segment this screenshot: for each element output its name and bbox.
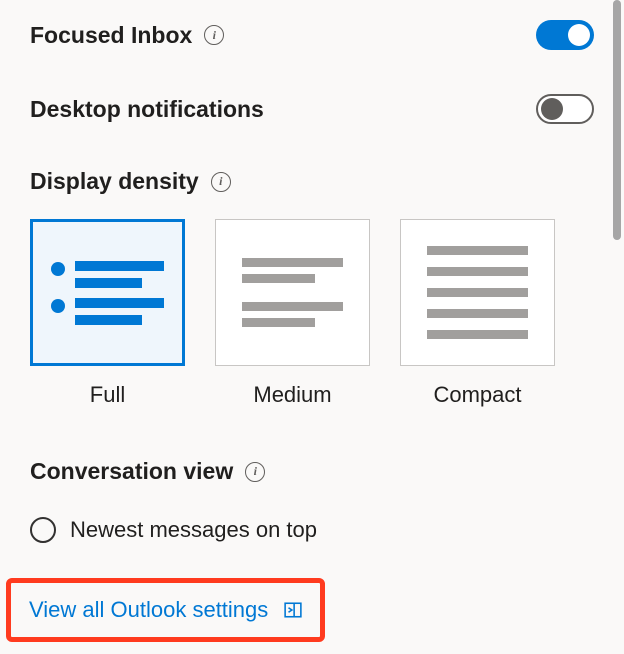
conversation-view-header: Conversation view i [30, 458, 594, 485]
preview-line [75, 278, 142, 288]
display-density-label: Display density [30, 168, 199, 195]
preview-line [75, 261, 164, 271]
display-density-header: Display density i [30, 168, 594, 195]
preview-lines [75, 298, 164, 325]
quick-settings-panel: Focused Inbox i Desktop notifications Di… [0, 0, 624, 654]
focused-inbox-toggle[interactable] [536, 20, 594, 50]
info-icon[interactable]: i [211, 172, 231, 192]
desktop-notifications-row: Desktop notifications [30, 94, 594, 124]
dot-icon [51, 299, 65, 313]
preview-line [427, 267, 528, 276]
preview-lines [234, 258, 351, 327]
preview-line [427, 246, 528, 255]
focused-inbox-label: Focused Inbox [30, 22, 192, 49]
toggle-knob [568, 24, 590, 46]
density-preview-row [51, 298, 164, 325]
radio-input[interactable] [30, 517, 56, 543]
dot-icon [51, 262, 65, 276]
density-option-medium[interactable]: Medium [215, 219, 370, 408]
preview-lines [419, 246, 536, 339]
desktop-notifications-toggle[interactable] [536, 94, 594, 124]
preview-line [427, 288, 528, 297]
preview-line [242, 318, 315, 327]
conversation-view-label: Conversation view [30, 458, 233, 485]
preview-line [242, 302, 343, 311]
radio-label: Newest messages on top [70, 517, 317, 543]
conversation-view-options: Newest messages on top [30, 509, 594, 557]
density-label-medium: Medium [253, 382, 331, 408]
density-preview-row [51, 261, 164, 288]
density-card-compact [400, 219, 555, 366]
toggle-knob [541, 98, 563, 120]
preview-line [427, 330, 528, 339]
preview-line [242, 274, 315, 283]
info-icon[interactable]: i [245, 462, 265, 482]
density-option-full[interactable]: Full [30, 219, 185, 408]
info-icon[interactable]: i [204, 25, 224, 45]
density-label-compact: Compact [433, 382, 521, 408]
display-density-options: Full Medium [30, 219, 594, 408]
density-label-full: Full [90, 382, 125, 408]
preview-line [242, 258, 343, 267]
density-card-full [30, 219, 185, 366]
highlight-annotation: View all Outlook settings [6, 578, 325, 642]
preview-pair [242, 258, 343, 283]
scrollbar[interactable] [613, 0, 621, 240]
preview-line [427, 309, 528, 318]
view-all-settings-link[interactable]: View all Outlook settings [29, 597, 268, 623]
radio-newest-on-top[interactable]: Newest messages on top [30, 517, 594, 543]
density-option-compact[interactable]: Compact [400, 219, 555, 408]
preview-pair [242, 302, 343, 327]
density-card-medium [215, 219, 370, 366]
preview-lines [75, 261, 164, 288]
preview-line [75, 315, 142, 325]
open-pane-icon [284, 601, 302, 619]
focused-inbox-label-group: Focused Inbox i [30, 22, 224, 49]
focused-inbox-row: Focused Inbox i [30, 20, 594, 50]
desktop-notifications-label: Desktop notifications [30, 96, 264, 123]
desktop-notifications-label-group: Desktop notifications [30, 96, 264, 123]
preview-line [75, 298, 164, 308]
